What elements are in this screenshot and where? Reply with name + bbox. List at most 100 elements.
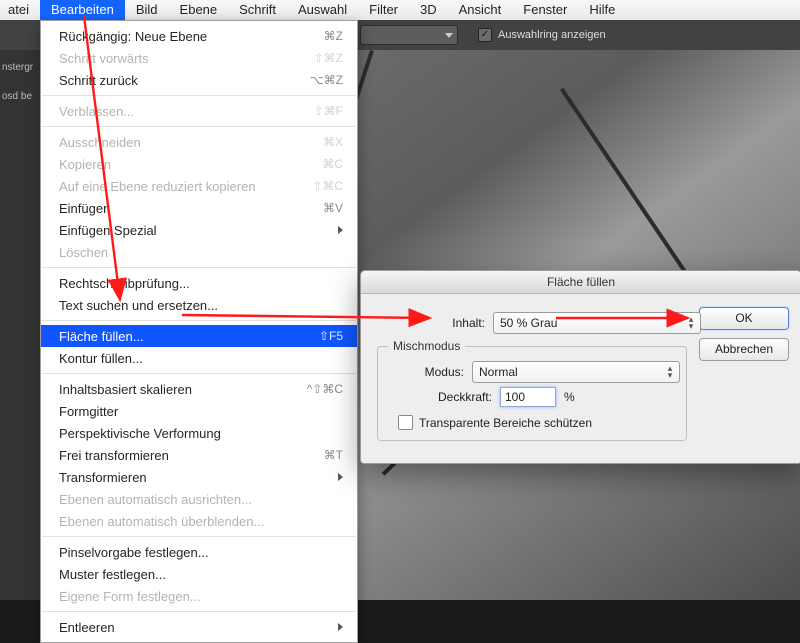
menu-item-label: Eigene Form festlegen... bbox=[59, 589, 201, 604]
menu-item[interactable]: Transformieren bbox=[41, 466, 357, 488]
menu-item-label: Muster festlegen... bbox=[59, 567, 166, 582]
menu-shortcut: ⌘Z bbox=[324, 29, 343, 43]
transparent-label: Transparente Bereiche schützen bbox=[419, 416, 592, 430]
menu-help[interactable]: Hilfe bbox=[578, 0, 626, 20]
menu-item[interactable]: Rückgängig: Neue Ebene⌘Z bbox=[41, 25, 357, 47]
opacity-unit: % bbox=[564, 390, 575, 404]
menu-item-label: Frei transformieren bbox=[59, 448, 169, 463]
menu-item-label: Perspektivische Verformung bbox=[59, 426, 221, 441]
menu-item-label: Einfügen Spezial bbox=[59, 223, 157, 238]
menu-item: Eigene Form festlegen... bbox=[41, 585, 357, 607]
menu-image[interactable]: Bild bbox=[125, 0, 169, 20]
menu-item-label: Text suchen und ersetzen... bbox=[59, 298, 218, 313]
menu-item[interactable]: Schritt zurück ⌥⌘Z bbox=[41, 69, 357, 91]
left-text-2: osd be bbox=[2, 91, 38, 102]
menu-item-label: Löschen bbox=[59, 245, 108, 260]
mode-value: Normal bbox=[479, 365, 518, 379]
menu-shortcut: ⇧F5 bbox=[319, 329, 343, 343]
menu-shortcut: ⌘X bbox=[323, 135, 343, 149]
chevron-right-icon bbox=[338, 623, 343, 631]
cancel-button[interactable]: Abbrechen bbox=[699, 338, 789, 361]
menu-item-label: Kontur füllen... bbox=[59, 351, 143, 366]
options-combo[interactable] bbox=[360, 25, 458, 45]
menu-item-label: Formgitter bbox=[59, 404, 118, 419]
menu-filter[interactable]: Filter bbox=[358, 0, 409, 20]
menu-item: Ebenen automatisch überblenden... bbox=[41, 510, 357, 532]
menu-shortcut: ⌥⌘Z bbox=[310, 73, 343, 87]
menu-item[interactable]: Muster festlegen... bbox=[41, 563, 357, 585]
chevron-down-icon bbox=[445, 33, 453, 38]
updown-icon: ▴▾ bbox=[665, 365, 675, 379]
menu-item: Verblassen...⇧⌘F bbox=[41, 100, 357, 122]
menu-item[interactable]: Entleeren bbox=[41, 616, 357, 638]
menu-item[interactable]: Inhaltsbasiert skalieren ^⇧⌘C bbox=[41, 378, 357, 400]
menu-item: Auf eine Ebene reduziert kopieren⇧⌘C bbox=[41, 175, 357, 197]
menu-item: Löschen bbox=[41, 241, 357, 263]
menu-view[interactable]: Ansicht bbox=[448, 0, 513, 20]
updown-icon: ▴▾ bbox=[686, 316, 696, 330]
menu-item[interactable]: Einfügen ⌘V bbox=[41, 197, 357, 219]
menu-item[interactable]: Kontur füllen... bbox=[41, 347, 357, 369]
menubar: atei Bearbeiten Bild Ebene Schrift Auswa… bbox=[0, 0, 800, 21]
menu-shortcut: ⌘V bbox=[323, 201, 343, 215]
ok-button[interactable]: OK bbox=[699, 307, 789, 330]
menu-item-label: Ebenen automatisch überblenden... bbox=[59, 514, 264, 529]
menu-shortcut: ⌘T bbox=[324, 448, 343, 462]
menu-type[interactable]: Schrift bbox=[228, 0, 287, 20]
menu-item: Ausschneiden ⌘X bbox=[41, 131, 357, 153]
check-icon: ✓ bbox=[478, 28, 492, 42]
menu-item[interactable]: Pinselvorgabe festlegen... bbox=[41, 541, 357, 563]
menu-select[interactable]: Auswahl bbox=[287, 0, 358, 20]
content-label: Inhalt: bbox=[377, 316, 485, 330]
menu-item[interactable]: Perspektivische Verformung bbox=[41, 422, 357, 444]
menu-shortcut: ^⇧⌘C bbox=[307, 382, 343, 396]
blend-legend: Mischmodus bbox=[388, 339, 465, 353]
menu-item[interactable]: Frei transformieren ⌘T bbox=[41, 444, 357, 466]
menu-separator bbox=[42, 320, 356, 321]
opacity-input[interactable]: 100 bbox=[500, 387, 556, 407]
menu-item-label: Schritt zurück bbox=[59, 73, 138, 88]
menu-edit[interactable]: Bearbeiten bbox=[40, 0, 125, 20]
left-panel: nstergr osd be bbox=[0, 50, 40, 600]
menu-layer[interactable]: Ebene bbox=[169, 0, 229, 20]
menu-3d[interactable]: 3D bbox=[409, 0, 448, 20]
menu-item-label: Transformieren bbox=[59, 470, 147, 485]
mode-label: Modus: bbox=[384, 365, 464, 379]
mode-select[interactable]: Normal ▴▾ bbox=[472, 361, 680, 383]
menu-separator bbox=[42, 536, 356, 537]
menu-item[interactable]: Fläche füllen...⇧F5 bbox=[41, 325, 357, 347]
chevron-right-icon bbox=[338, 473, 343, 481]
menu-window[interactable]: Fenster bbox=[512, 0, 578, 20]
chevron-right-icon bbox=[338, 226, 343, 234]
edit-menu-dropdown: Rückgängig: Neue Ebene⌘ZSchritt vorwärts… bbox=[40, 20, 358, 643]
menu-item-label: Inhaltsbasiert skalieren bbox=[59, 382, 192, 397]
menu-separator bbox=[42, 611, 356, 612]
menu-item-label: Auf eine Ebene reduziert kopieren bbox=[59, 179, 256, 194]
menu-shortcut: ⌘C bbox=[322, 157, 343, 171]
menu-item-label: Verblassen... bbox=[59, 104, 134, 119]
menu-item-label: Pinselvorgabe festlegen... bbox=[59, 545, 209, 560]
menu-item: Kopieren⌘C bbox=[41, 153, 357, 175]
menu-item[interactable]: Rechtschreibprüfung... bbox=[41, 272, 357, 294]
menu-item[interactable]: Text suchen und ersetzen... bbox=[41, 294, 357, 316]
menu-separator bbox=[42, 267, 356, 268]
menu-item-label: Ausschneiden bbox=[59, 135, 141, 150]
menu-item-label: Entleeren bbox=[59, 620, 115, 635]
menu-separator bbox=[42, 95, 356, 96]
left-text-1: nstergr bbox=[2, 62, 38, 73]
menu-item-label: Ebenen automatisch ausrichten... bbox=[59, 492, 252, 507]
opacity-label: Deckkraft: bbox=[384, 390, 492, 404]
selection-ring-checkbox[interactable]: ✓ Auswahlring anzeigen bbox=[478, 28, 606, 42]
content-select[interactable]: 50 % Grau ▴▾ bbox=[493, 312, 701, 334]
transparent-checkbox[interactable] bbox=[398, 415, 413, 430]
menu-item-label: Einfügen bbox=[59, 201, 110, 216]
menu-separator bbox=[42, 373, 356, 374]
fill-dialog: Fläche füllen OK Abbrechen Inhalt: 50 % … bbox=[360, 270, 800, 464]
menu-file[interactable]: atei bbox=[2, 0, 40, 20]
content-value: 50 % Grau bbox=[500, 316, 557, 330]
menu-item[interactable]: Formgitter bbox=[41, 400, 357, 422]
menu-item-label: Rechtschreibprüfung... bbox=[59, 276, 190, 291]
menu-shortcut: ⇧⌘Z bbox=[314, 51, 343, 65]
menu-item: Schritt vorwärts⇧⌘Z bbox=[41, 47, 357, 69]
menu-item[interactable]: Einfügen Spezial bbox=[41, 219, 357, 241]
